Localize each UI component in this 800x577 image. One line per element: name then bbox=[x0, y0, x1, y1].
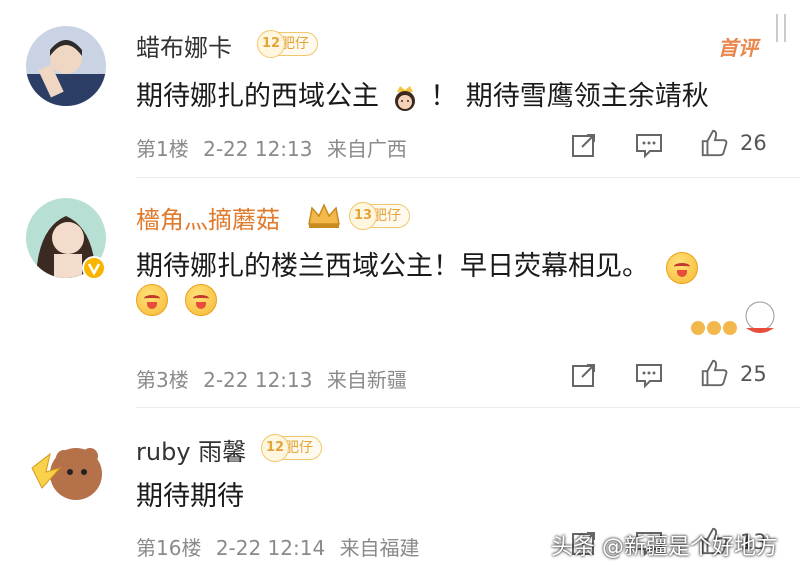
comment-item: 檣角灬摘蘑菇 13 肥仔 期待娜扎的楼兰西域公主！早日荧幕相见。 第3楼 2-2… bbox=[0, 178, 800, 408]
comment-meta: 第1楼 2-22 12:13 来自广西 bbox=[136, 133, 415, 162]
level-number: 13 bbox=[349, 202, 377, 230]
comment-location: 来自新疆 bbox=[326, 368, 407, 392]
comment-time: 2-22 12:13 bbox=[203, 368, 313, 392]
laughing-emoji-icon bbox=[665, 251, 698, 284]
comment-icon[interactable] bbox=[634, 360, 664, 390]
comment-item: 蜡布娜卡 12 肥仔 首评 期待娜扎的西域公主 ！ 期待雪鹰领主余靖秋 第1楼 … bbox=[0, 0, 800, 178]
like-count: 26 bbox=[740, 131, 767, 155]
floor-number: 第1楼 bbox=[136, 137, 189, 161]
badge-label: 肥仔 bbox=[373, 208, 401, 224]
comment-icon[interactable] bbox=[634, 130, 664, 160]
laughing-emoji-icon bbox=[136, 284, 168, 316]
emoji-row bbox=[136, 284, 218, 316]
avatar[interactable] bbox=[26, 26, 106, 106]
crown-icon bbox=[308, 203, 340, 228]
first-comment-tag: 首评 bbox=[718, 36, 758, 60]
floor-number: 第3楼 bbox=[136, 368, 189, 392]
princess-emoji-icon bbox=[390, 83, 420, 113]
like-count: 25 bbox=[740, 362, 767, 386]
avatar[interactable] bbox=[26, 428, 106, 508]
comment-text: 期待娜扎的楼兰西域公主！早日荧幕相见。 bbox=[136, 244, 698, 284]
level-number: 12 bbox=[257, 30, 285, 58]
comment-text: 期待期待 bbox=[136, 481, 244, 512]
share-icon[interactable] bbox=[570, 360, 598, 390]
comment-meta: 第16楼 2-22 12:14 来自福建 bbox=[136, 532, 428, 561]
comment-time: 2-22 12:13 bbox=[203, 137, 313, 161]
level-number: 12 bbox=[261, 434, 289, 462]
level-badge: 12 肥仔 bbox=[261, 434, 322, 462]
comment-meta: 第3楼 2-22 12:13 来自新疆 bbox=[136, 364, 415, 393]
like-icon[interactable] bbox=[698, 358, 730, 388]
laughing-emoji-icon bbox=[185, 284, 218, 316]
verified-icon bbox=[82, 256, 106, 280]
like-icon[interactable] bbox=[698, 128, 730, 158]
username[interactable]: 檣角灬摘蘑菇 bbox=[136, 200, 280, 235]
level-badge: 13 肥仔 bbox=[349, 202, 410, 230]
watermark: 头条 @新疆是个好地方 bbox=[551, 535, 778, 560]
username[interactable]: 蜡布娜卡 bbox=[136, 28, 232, 63]
badge-label: 肥仔 bbox=[281, 36, 309, 52]
comment-location: 来自广西 bbox=[326, 137, 407, 161]
comment-text: 期待娜扎的西域公主 ！ 期待雪鹰领主余靖秋 bbox=[136, 81, 709, 113]
username[interactable]: ruby 雨馨 bbox=[136, 432, 246, 467]
badge-label: 肥仔 bbox=[285, 440, 313, 456]
comment-location: 来自福建 bbox=[339, 536, 420, 560]
comment-time: 2-22 12:14 bbox=[215, 536, 326, 560]
level-badge: 12 肥仔 bbox=[257, 30, 318, 58]
decoration-sticker bbox=[691, 301, 775, 335]
floor-number: 第16楼 bbox=[136, 536, 202, 560]
share-icon[interactable] bbox=[570, 130, 598, 160]
